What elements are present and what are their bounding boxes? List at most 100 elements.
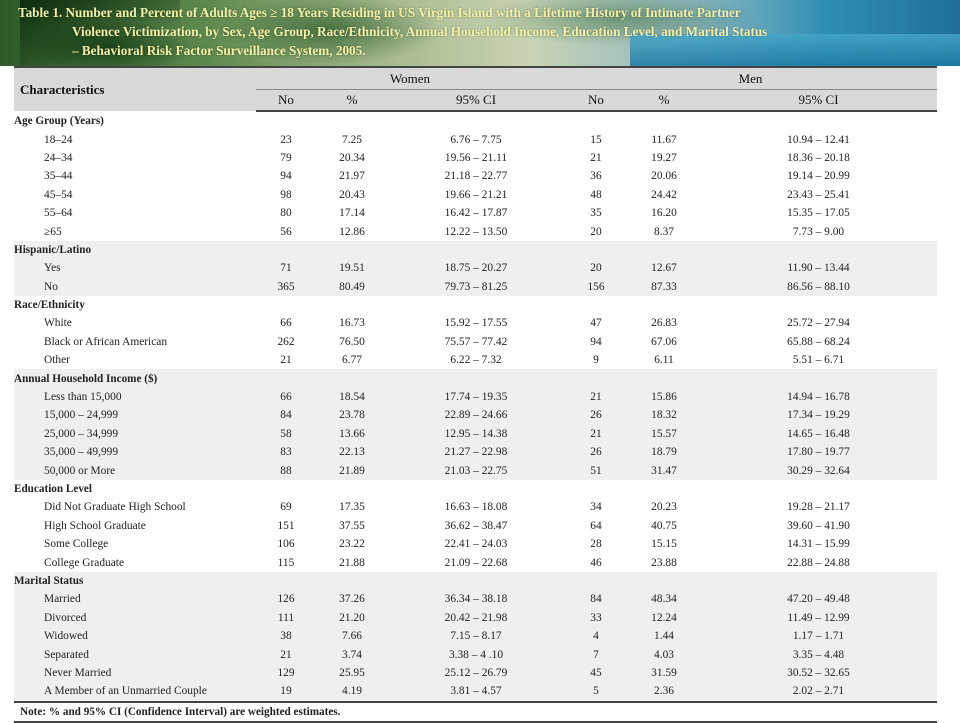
men-pct-cell: 11.67 [651, 133, 677, 146]
men-no-cell: 156 [564, 277, 628, 296]
women-ci-cell: 21.03 – 22.75 [388, 461, 564, 480]
women-no-cell: 21 [280, 354, 292, 367]
table-row: 35–44 94 21.97 21.18 – 22.77 36 20.06 19.14 – … [14, 167, 937, 185]
women-no-cell: 126 [256, 590, 316, 609]
men-ci-cell: 14.94 – 16.78 [700, 387, 937, 407]
men-no-cell: 35 [590, 207, 602, 220]
women-no-cell: 106 [277, 538, 295, 551]
men-no-cell: 84 [564, 590, 628, 609]
men-no-cell: 34 [590, 501, 602, 514]
group-title: Age Group (Years) [14, 115, 104, 128]
women-ci-cell: 21.09 – 22.68 [444, 556, 508, 569]
table-row: 55–64 80 17.14 16.42 – 17.87 35 16.20 15.35 – … [14, 204, 937, 222]
men-pct-cell: 18.32 [628, 406, 700, 425]
group-title: Education Level [14, 483, 93, 495]
women-ci-cell: 21.18 – 22.77 [444, 170, 508, 183]
table-row: Black or African American 262 76.50 75.57 –… [14, 333, 937, 351]
women-no-cell: 151 [277, 519, 295, 532]
men-no-cell: 45 [564, 663, 628, 683]
women-no-cell: 19 [256, 682, 316, 702]
group-title: Annual Household Income ($) [14, 369, 937, 388]
men-ci-cell: 10.94 – 12.41 [787, 133, 850, 146]
men-no-cell: 21 [590, 151, 602, 164]
women-no-cell: 66 [280, 317, 292, 330]
men-no-cell: 26 [564, 406, 628, 425]
women-ci-cell: 3.38 – 4 .10 [388, 645, 564, 664]
women-no-cell: 21 [256, 645, 316, 664]
table-row: Less than 15,000 66 18.54 17.74 – 19.35 21 15… [14, 387, 937, 407]
men-pct-cell: 87.33 [628, 277, 700, 296]
women-ci-cell: 75.57 – 77.42 [444, 335, 508, 348]
men-no-cell: 7 [564, 645, 628, 664]
men-no-cell: 26 [564, 443, 628, 462]
women-no-cell: 94 [280, 170, 292, 183]
men-ci-cell: 2.02 – 2.71 [700, 682, 937, 702]
men-ci-cell: 23.43 – 25.41 [787, 188, 850, 201]
women-no-cell: 98 [280, 188, 292, 201]
women-pct-cell: 17.35 [339, 501, 365, 514]
men-pct-cell: 18.79 [628, 443, 700, 462]
row-label-cell: 35,000 – 49,999 [14, 443, 256, 462]
men-ci-cell: 1.17 – 1.71 [700, 626, 937, 646]
row-label-cell: 24–34 [44, 151, 73, 164]
row-label-cell: Did Not Graduate High School [44, 501, 186, 514]
men-ci-cell: 18.36 – 20.18 [787, 151, 850, 164]
men-no-cell: 47 [590, 317, 602, 330]
women-ci-cell: 16.42 – 17.87 [444, 207, 508, 220]
table-row: ≥65 56 12.86 12.22 – 13.50 20 8.37 7.73 – 9.00 [14, 222, 937, 240]
women-ci-cell: 16.63 – 18.08 [444, 501, 508, 514]
header-women: Women [256, 66, 564, 90]
header-women-no: No [256, 89, 316, 112]
women-ci-cell: 36.62 – 38.47 [444, 519, 508, 532]
table-row: 50,000 or More 88 21.89 21.03 – 22.75 51 31.4… [14, 461, 937, 480]
men-no-cell: 4 [564, 626, 628, 646]
men-pct-cell: 31.59 [628, 663, 700, 683]
women-no-cell: 23 [280, 133, 292, 146]
men-ci-cell: 65.88 – 68.24 [787, 335, 850, 348]
men-ci-cell: 30.29 – 32.64 [700, 461, 937, 480]
men-pct-cell: 20.23 [651, 501, 677, 514]
header-characteristics: Characteristics [14, 66, 256, 111]
table-row: No 365 80.49 79.73 – 81.25 156 87.33 86.56 – 8… [14, 277, 937, 296]
men-ci-cell: 86.56 – 88.10 [700, 277, 937, 296]
women-pct-cell: 37.55 [339, 519, 365, 532]
row-label-cell: Separated [14, 645, 256, 664]
men-no-cell: 94 [590, 335, 602, 348]
row-label-cell: 35–44 [44, 170, 73, 183]
men-ci-cell: 14.65 – 16.48 [700, 424, 937, 444]
men-ci-cell: 17.34 – 19.29 [700, 406, 937, 425]
women-ci-cell: 19.56 – 21.11 [444, 151, 508, 164]
row-label-cell: Some College [44, 538, 109, 551]
women-pct-cell: 6.77 [342, 354, 362, 367]
table-row: 35,000 – 49,999 83 22.13 21.27 – 22.98 26 18.… [14, 443, 937, 462]
table-row: Did Not Graduate High School 69 17.35 16.63… [14, 498, 937, 516]
group-header-row: Marital Status [14, 571, 937, 591]
men-pct-cell: 4.03 [628, 645, 700, 664]
women-pct-cell: 21.20 [316, 608, 388, 627]
women-ci-cell: 12.22 – 13.50 [444, 225, 508, 238]
table-row: 25,000 – 34,999 58 13.66 12.95 – 14.38 21 15.… [14, 424, 937, 444]
men-pct-cell: 1.44 [628, 626, 700, 646]
men-ci-cell: 17.80 – 19.77 [700, 443, 937, 462]
row-label-cell: 50,000 or More [14, 461, 256, 480]
row-label-cell: Divorced [14, 608, 256, 627]
header-men-no: No [564, 89, 628, 112]
men-no-cell: 9 [593, 354, 599, 367]
table-row: Yes 71 19.51 18.75 – 20.27 20 12.67 11.90 – 13… [14, 259, 937, 278]
row-label-cell: 18–24 [44, 133, 73, 146]
women-pct-cell: 23.22 [339, 538, 365, 551]
group-header-row: Hispanic/Latino [14, 240, 937, 260]
women-pct-cell: 21.89 [316, 461, 388, 480]
women-ci-cell: 21.27 – 22.98 [388, 443, 564, 462]
women-pct-cell: 7.25 [342, 133, 362, 146]
group-title: Race/Ethnicity [14, 299, 85, 312]
row-label-cell: Other [44, 354, 70, 367]
women-no-cell: 69 [280, 501, 292, 514]
women-no-cell: 129 [256, 663, 316, 683]
men-no-cell: 46 [590, 556, 602, 569]
men-no-cell: 36 [590, 170, 602, 183]
women-ci-cell: 17.74 – 19.35 [388, 387, 564, 407]
women-ci-cell: 6.76 – 7.75 [450, 133, 502, 146]
table-row: 24–34 79 20.34 19.56 – 21.11 21 19.27 18.36 – … [14, 149, 937, 167]
women-pct-cell: 16.73 [339, 317, 365, 330]
